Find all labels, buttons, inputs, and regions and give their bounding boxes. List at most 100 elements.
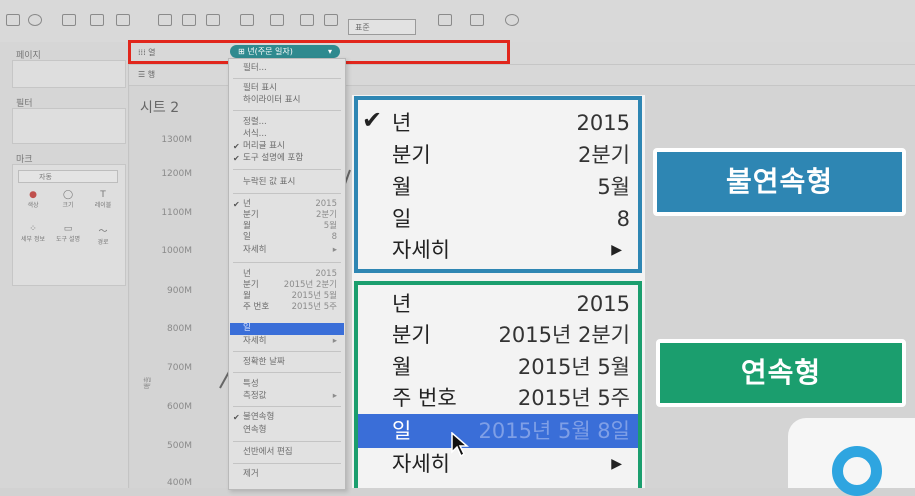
menu-edit-shelf[interactable]: 선반에서 편집	[243, 447, 337, 458]
redo-icon[interactable]	[28, 14, 42, 26]
menu-continuous-year[interactable]: 년 2015	[243, 269, 337, 280]
submenu-arrow-icon: ▶	[611, 456, 622, 472]
menu-separator	[233, 441, 341, 442]
menu-separator	[233, 169, 341, 170]
continuous-badge: 연속형	[656, 339, 906, 407]
zoom-continuous-quarter[interactable]: 분기 2015년 2분기	[392, 318, 632, 352]
menu-discontinuous[interactable]: ✔ 불연속형	[233, 412, 337, 423]
menu-more[interactable]: 자세히 ▸	[243, 245, 337, 256]
y-tick: 900M	[167, 286, 192, 296]
menu-measure[interactable]: 측정값 ▸	[243, 391, 337, 402]
menu-remove[interactable]: 제거	[243, 469, 337, 480]
menu-separator	[233, 372, 341, 373]
sort-desc-icon[interactable]	[206, 14, 220, 26]
pages-shelf[interactable]	[12, 60, 126, 88]
menu-discrete-month[interactable]: 월 5월	[243, 221, 337, 232]
rows-icon: ☰	[138, 70, 148, 79]
pin-icon[interactable]	[324, 14, 338, 26]
zoom-continuous-week[interactable]: 주 번호 2015년 5주	[392, 381, 632, 415]
menu-separator	[233, 351, 341, 352]
menu-discrete-year[interactable]: ✔ 년 2015	[233, 199, 337, 210]
menu-separator	[233, 463, 341, 464]
zoom-continuous-month[interactable]: 월 2015년 5월	[392, 350, 632, 384]
y-tick: 700M	[167, 363, 192, 373]
detail-icon: ⁘	[29, 224, 37, 234]
y-tick: 800M	[167, 324, 192, 334]
menu-continuous-day[interactable]: 일	[243, 323, 337, 334]
discrete-badge: 불연속형	[653, 148, 906, 216]
menu-show-highlighter[interactable]: 하이라이터 표시	[243, 95, 337, 106]
fit-select[interactable]: 표준	[348, 19, 416, 35]
filters-shelf[interactable]	[12, 108, 126, 144]
pill-context-menu: 필터... 필터 표시 하이라이터 표시 정렬... 서식... ✔ 머리글 표시…	[228, 58, 346, 490]
sort-asc-icon[interactable]	[182, 14, 196, 26]
sheet-title: 시트 2	[140, 100, 180, 116]
zoom-more[interactable]: 자세히 ▶	[392, 233, 632, 267]
share-icon[interactable]	[505, 14, 519, 26]
menu-discrete-day[interactable]: 일8	[243, 232, 337, 243]
menu-attribute[interactable]: 특성	[243, 379, 337, 390]
y-tick: 600M	[167, 402, 192, 412]
menu-filter[interactable]: 필터...	[243, 63, 337, 74]
logo-icon	[832, 446, 882, 496]
chart-icon[interactable]	[62, 14, 76, 26]
submenu-arrow-icon: ▸	[332, 245, 337, 255]
zoom-discrete-quarter[interactable]: 분기 2분기	[392, 138, 632, 172]
menu-include-tooltip[interactable]: ✔ 도구 설명에 포함	[233, 153, 337, 164]
detail-button[interactable]: ⁘ 세부 정보	[16, 224, 50, 254]
size-icon: ◯	[62, 190, 74, 200]
check-icon: ✔	[233, 413, 240, 422]
y-tick: 1200M	[161, 169, 192, 179]
tooltip-button[interactable]: ▭ 도구 설명	[51, 224, 85, 254]
y-axis-label: 매출	[143, 376, 152, 390]
color-icon: ●	[29, 190, 37, 200]
menu-show-header[interactable]: ✔ 머리글 표시	[233, 141, 337, 152]
text-icon: T	[100, 190, 106, 200]
menu-more-2[interactable]: 자세히 ▸	[243, 336, 337, 347]
zoom-discrete-year[interactable]: 년 2015	[392, 106, 632, 140]
highlight-icon[interactable]	[240, 14, 254, 26]
color-button[interactable]: ● 색상	[16, 190, 50, 220]
label-button[interactable]: T 레이블	[86, 190, 120, 220]
submenu-arrow-icon: ▶	[611, 242, 622, 258]
menu-show-missing[interactable]: 누락된 값 표시	[243, 177, 337, 188]
y-tick: 1100M	[161, 208, 192, 218]
y-tick: 1300M	[161, 135, 192, 145]
check-icon: ✔	[362, 106, 383, 134]
group-icon[interactable]	[270, 14, 284, 26]
new-sheet-icon[interactable]	[90, 14, 104, 26]
menu-exact-date[interactable]: 정확한 날짜	[243, 357, 337, 368]
menu-separator	[233, 262, 341, 263]
label-icon[interactable]	[300, 14, 314, 26]
marks-type-select[interactable]: 자동	[18, 170, 118, 183]
zoom-discrete-day[interactable]: 일8	[392, 202, 632, 236]
zoom-continuous-day[interactable]: 일 2015년 5월 8일	[392, 414, 632, 448]
submenu-arrow-icon: ▸	[332, 391, 337, 401]
rows-label: ☰ 행	[138, 70, 156, 79]
menu-continuous-quarter[interactable]: 분기 2015년 2분기	[243, 280, 337, 291]
path-button[interactable]: 〜 경로	[86, 224, 120, 254]
check-icon: ✔	[233, 200, 240, 209]
zoom-continuous-year[interactable]: 년 2015	[392, 287, 632, 321]
zoom-more-2[interactable]: 자세히 ▶	[392, 447, 632, 481]
menu-continuous-week[interactable]: 주 번호 2015년 5주	[243, 302, 337, 313]
undo-icon[interactable]	[6, 14, 20, 26]
duplicate-sheet-icon[interactable]	[116, 14, 130, 26]
show-cards-icon[interactable]	[438, 14, 452, 26]
menu-discrete-quarter[interactable]: 분기 2분기	[243, 210, 337, 221]
menu-continuous[interactable]: 연속형	[243, 425, 337, 436]
y-tick: 400M	[167, 478, 192, 488]
menu-sort[interactable]: 정렬...	[243, 117, 337, 128]
size-button[interactable]: ◯ 크기	[51, 190, 85, 220]
menu-separator	[233, 193, 341, 194]
y-tick: 500M	[167, 441, 192, 451]
swap-icon[interactable]	[158, 14, 172, 26]
check-icon: ✔	[233, 142, 240, 151]
menu-separator	[233, 406, 341, 407]
zoom-discrete-month[interactable]: 월 5월	[392, 170, 632, 204]
presentation-icon[interactable]	[470, 14, 484, 26]
menu-continuous-month[interactable]: 월 2015년 5월	[243, 291, 337, 302]
menu-format[interactable]: 서식...	[243, 129, 337, 140]
menu-separator	[233, 78, 341, 79]
menu-show-filter[interactable]: 필터 표시	[243, 83, 337, 94]
